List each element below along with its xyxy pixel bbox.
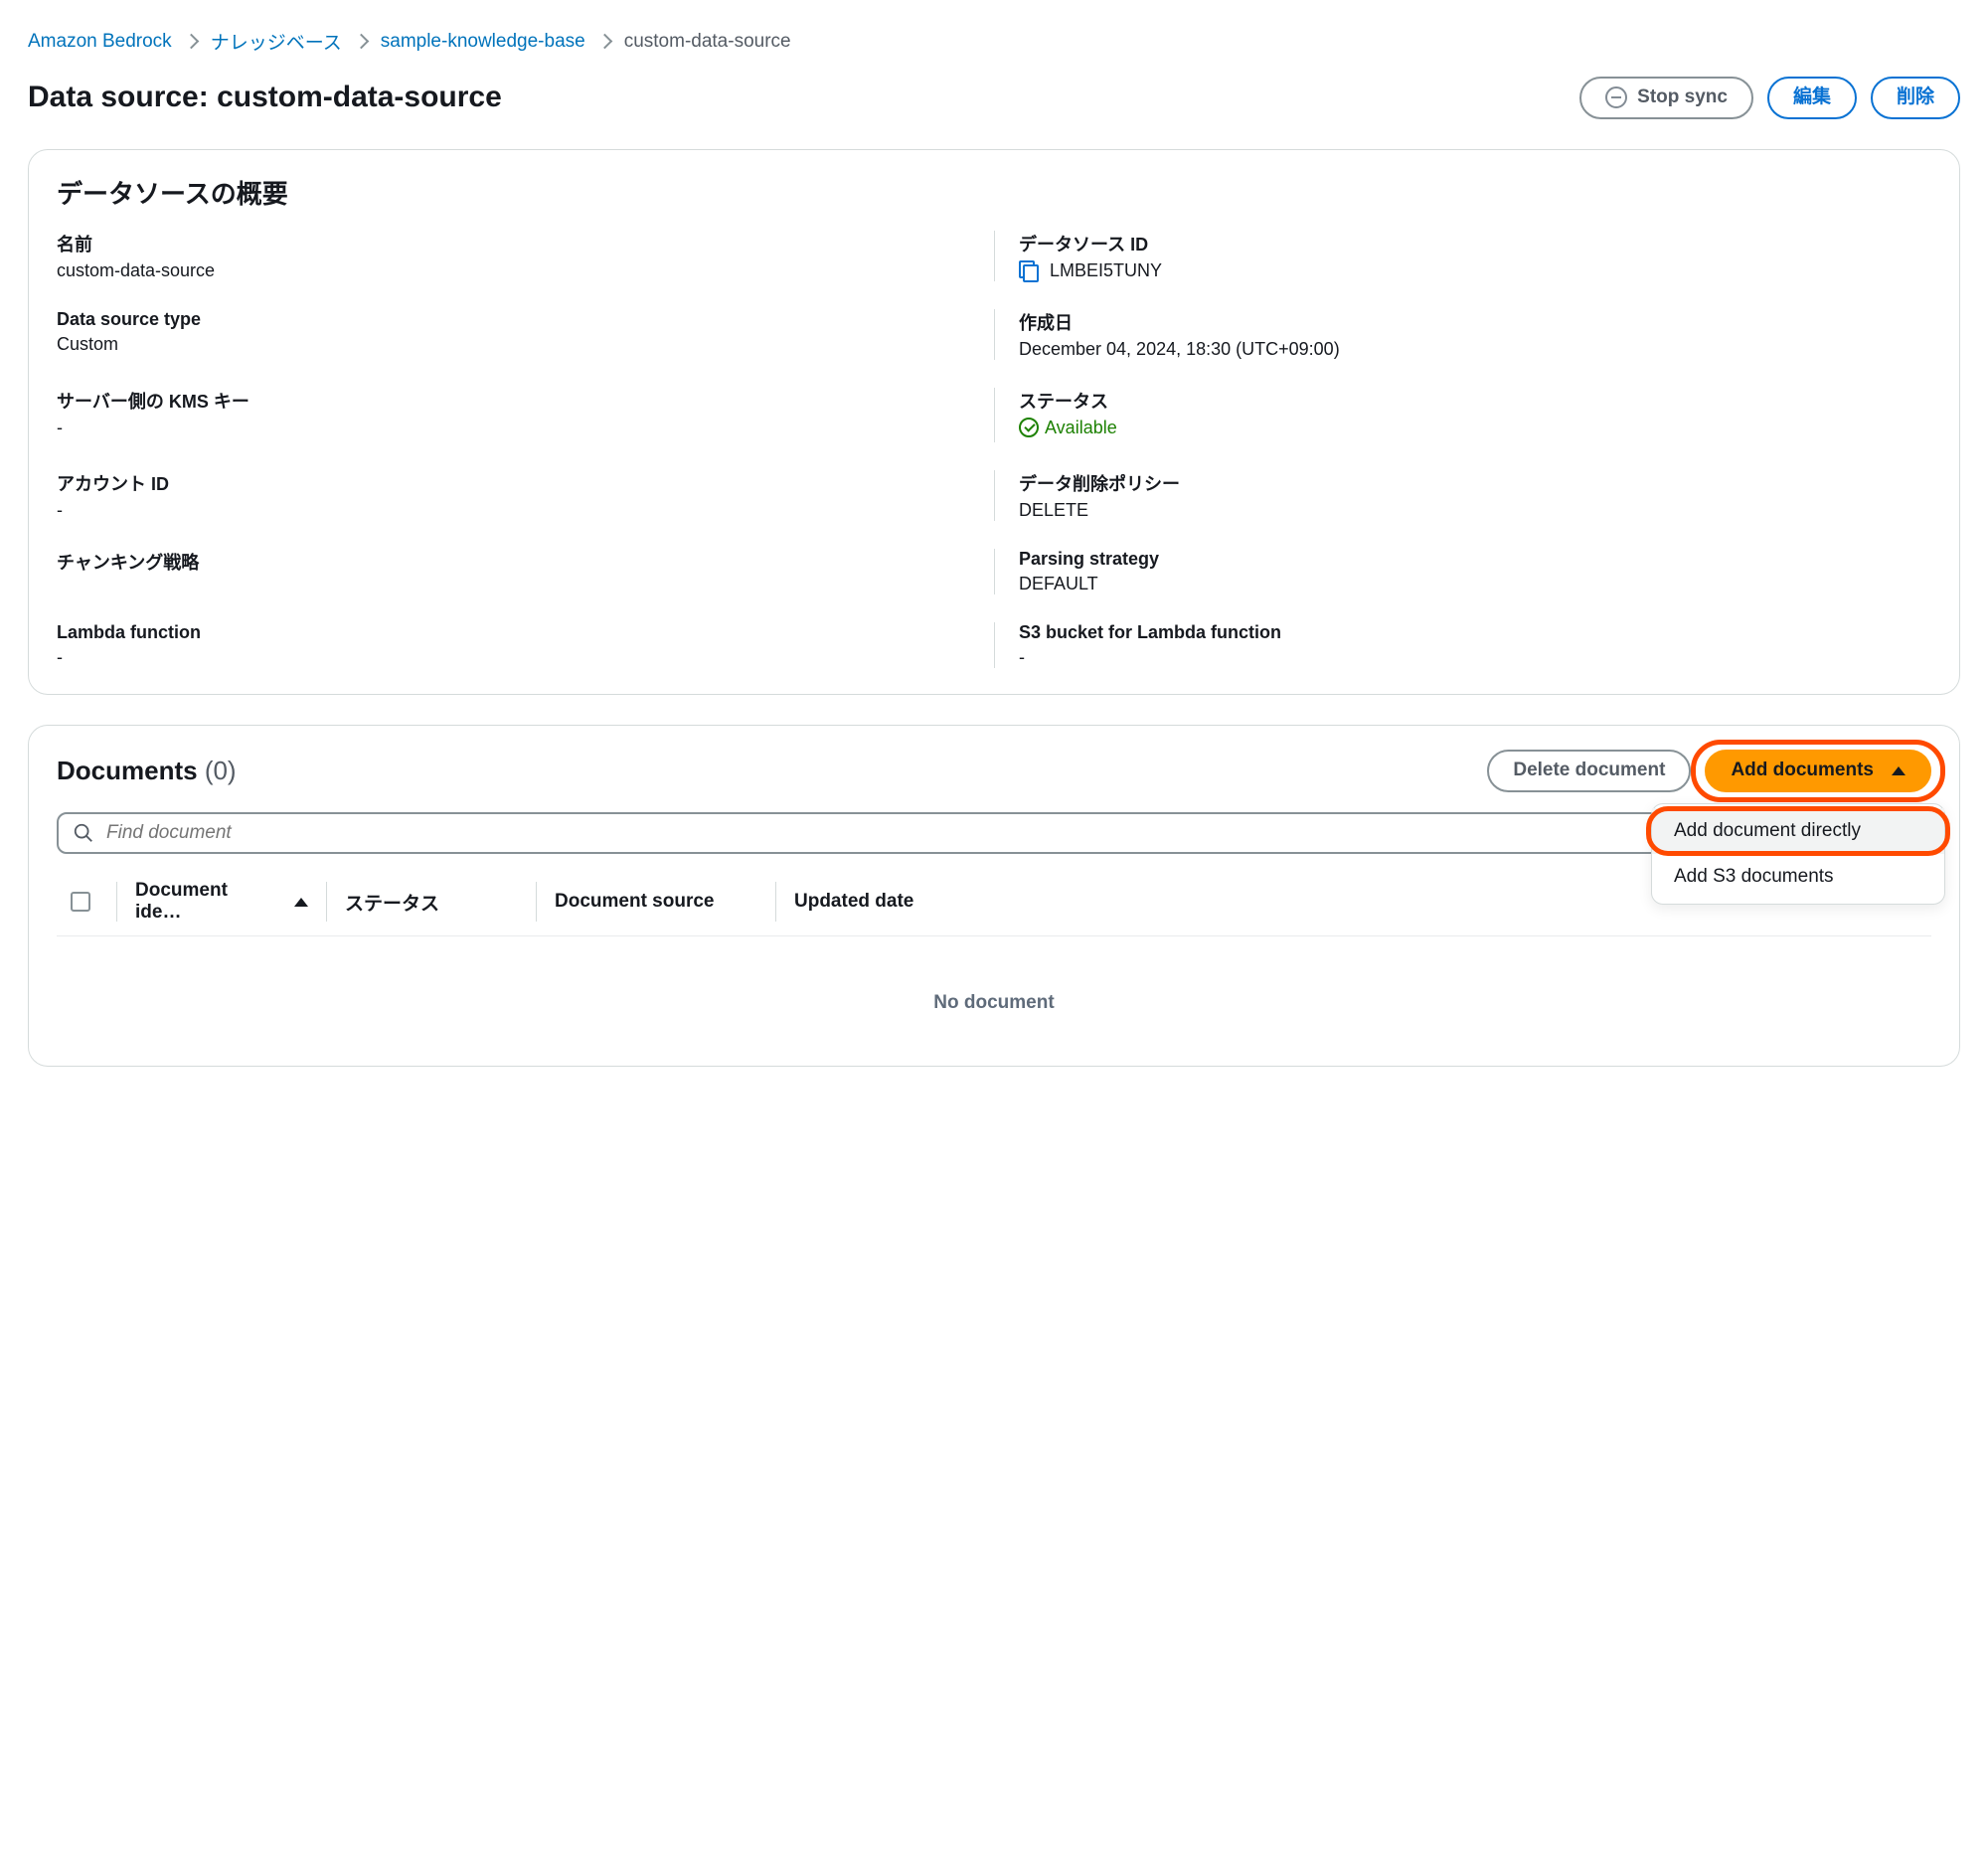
add-documents-button[interactable]: Add documents (1705, 750, 1931, 792)
dropdown-item-add-direct[interactable]: Add document directly (1652, 808, 1944, 854)
ov-s3: S3 bucket for Lambda function - (994, 622, 1931, 668)
overview-title: データソースの概要 (57, 174, 1931, 211)
overview-panel: データソースの概要 名前 custom-data-source データソース I… (28, 149, 1960, 696)
ov-id-value: LMBEI5TUNY (1050, 260, 1162, 280)
ov-parsing-value: DEFAULT (1019, 574, 1931, 594)
ov-deletion-label: データ削除ポリシー (1019, 470, 1931, 496)
ov-lambda: Lambda function - (57, 622, 994, 668)
ov-type-label: Data source type (57, 309, 970, 330)
ov-type-value: Custom (57, 334, 970, 355)
ov-status: ステータス Available (994, 388, 1931, 443)
col-source[interactable]: Document source (537, 891, 775, 913)
delete-document-button[interactable]: Delete document (1487, 750, 1691, 792)
dropdown-item-add-s3[interactable]: Add S3 documents (1652, 854, 1944, 900)
ov-deletion: データ削除ポリシー DELETE (994, 470, 1931, 521)
select-all-checkbox[interactable] (57, 892, 116, 912)
ov-status-label: ステータス (1019, 388, 1931, 414)
col-status[interactable]: ステータス (327, 889, 536, 916)
ov-lambda-value: - (57, 647, 970, 668)
ov-kms: サーバー側の KMS キー - (57, 388, 994, 443)
sort-asc-icon (294, 898, 308, 907)
ov-kms-label: サーバー側の KMS キー (57, 388, 970, 414)
ov-name: 名前 custom-data-source (57, 231, 994, 281)
ov-deletion-value: DELETE (1019, 500, 1931, 521)
ov-name-value: custom-data-source (57, 260, 970, 281)
edit-button[interactable]: 編集 (1767, 77, 1857, 119)
ov-parsing-label: Parsing strategy (1019, 549, 1931, 570)
page-header: Data source: custom-data-source Stop syn… (28, 77, 1960, 119)
delete-button[interactable]: 削除 (1871, 77, 1960, 119)
breadcrumb-current: custom-data-source (624, 31, 791, 53)
ov-id: データソース ID LMBEI5TUNY (994, 231, 1931, 281)
stop-sync-label: Stop sync (1637, 86, 1728, 109)
header-actions: Stop sync 編集 削除 (1579, 77, 1960, 119)
breadcrumb: Amazon Bedrock ナレッジベース sample-knowledge-… (28, 28, 1960, 55)
add-documents-label: Add documents (1731, 760, 1874, 782)
caret-up-icon (1892, 766, 1905, 775)
stop-icon (1605, 86, 1627, 108)
breadcrumb-link-sample[interactable]: sample-knowledge-base (381, 31, 585, 53)
breadcrumb-link-kb[interactable]: ナレッジベース (211, 28, 342, 55)
documents-count: (0) (205, 756, 237, 785)
ov-created: 作成日 December 04, 2024, 18:30 (UTC+09:00) (994, 309, 1931, 360)
check-circle-icon (1019, 418, 1039, 437)
ov-type: Data source type Custom (57, 309, 994, 360)
page-title: Data source: custom-data-source (28, 81, 502, 114)
ov-chunking-label: チャンキング戦略 (57, 549, 970, 575)
documents-title: Documents (0) (57, 756, 237, 786)
ov-name-label: 名前 (57, 231, 970, 256)
empty-state: No document (57, 936, 1931, 1040)
ov-parsing: Parsing strategy DEFAULT (994, 549, 1931, 594)
chevron-right-icon (596, 34, 612, 50)
ov-kms-value: - (57, 418, 970, 438)
ov-account-label: アカウント ID (57, 470, 970, 496)
add-documents-dropdown: Add document directly Add S3 documents (1651, 803, 1945, 905)
copy-icon[interactable] (1019, 260, 1037, 278)
ov-created-value: December 04, 2024, 18:30 (UTC+09:00) (1019, 339, 1931, 360)
chevron-right-icon (183, 34, 199, 50)
ov-account: アカウント ID - (57, 470, 994, 521)
ov-created-label: 作成日 (1019, 309, 1931, 335)
ov-id-label: データソース ID (1019, 231, 1931, 256)
documents-panel: Documents (0) Delete document Add docume… (28, 725, 1960, 1067)
ov-account-value: - (57, 500, 970, 521)
search-input[interactable] (106, 822, 1915, 844)
ov-lambda-label: Lambda function (57, 622, 970, 643)
ov-s3-label: S3 bucket for Lambda function (1019, 622, 1931, 643)
col-document-id-label: Document ide… (135, 880, 274, 924)
documents-title-text: Documents (57, 756, 198, 785)
breadcrumb-link-bedrock[interactable]: Amazon Bedrock (28, 31, 172, 53)
checkbox-icon (71, 892, 90, 912)
search-icon (73, 822, 94, 844)
stop-sync-button[interactable]: Stop sync (1579, 77, 1753, 119)
dropdown-item-add-direct-label: Add document directly (1674, 820, 1861, 841)
chevron-right-icon (353, 34, 369, 50)
col-document-id[interactable]: Document ide… (117, 880, 326, 924)
ov-chunking: チャンキング戦略 (57, 549, 994, 594)
ov-status-value: Available (1045, 418, 1117, 438)
ov-s3-value: - (1019, 647, 1931, 668)
